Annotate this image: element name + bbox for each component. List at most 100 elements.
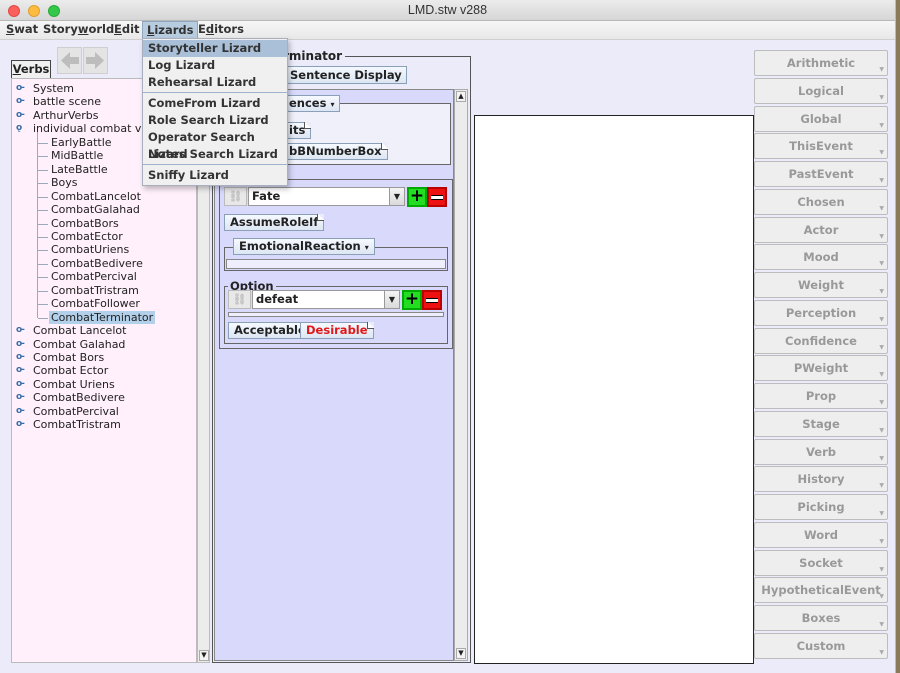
script-text-pane[interactable] [474, 115, 754, 664]
scroll-down-arrow[interactable]: ▼ [199, 650, 209, 661]
option-combo-arrow[interactable]: ▼ [384, 290, 400, 309]
operator-button-actor[interactable]: Actor ▼ [754, 216, 888, 243]
collapsed-node-icon[interactable]: o- [16, 339, 25, 349]
operator-button-stage[interactable]: Stage ▼ [754, 410, 888, 437]
collapsed-node-icon[interactable]: o- [16, 325, 25, 335]
tree-node[interactable]: Combat Ector [33, 364, 108, 377]
collapsed-node-icon[interactable]: o- [16, 352, 25, 362]
forward-button[interactable] [83, 47, 108, 74]
consequence-chip-2[interactable]: bBNumberBox [283, 143, 388, 160]
tree-leaf[interactable]: CombatBors [51, 217, 119, 230]
tree-connector [37, 131, 38, 319]
operator-button-history[interactable]: History ▼ [754, 466, 888, 493]
operator-button-prop[interactable]: Prop ▼ [754, 383, 888, 409]
operator-button-verb[interactable]: Verb ▼ [754, 438, 888, 465]
menu-item-rehearsal-lizard[interactable]: Rehearsal Lizard [143, 74, 287, 91]
add-role-button[interactable]: + [407, 187, 427, 207]
tree-leaf[interactable]: CombatPercival [51, 270, 137, 283]
tab-verbs[interactable]: Verbs [11, 60, 51, 79]
menu-item-log-lizard[interactable]: Log Lizard [143, 57, 287, 74]
operator-button-boxes[interactable]: Boxes ▼ [754, 605, 888, 631]
tree-node-selected[interactable]: CombatTerminator [49, 310, 156, 324]
collapsed-node-icon[interactable]: o- [16, 419, 25, 429]
role-combo-arrow[interactable]: ▼ [389, 187, 405, 206]
maximize-window-button[interactable] [48, 5, 60, 17]
tree-leaf[interactable]: CombatEctor [51, 230, 123, 243]
role-combo[interactable]: Fate [248, 187, 393, 206]
menu-storyworld[interactable]: Storyworld [39, 21, 118, 40]
consequences-dropdown[interactable]: ences ▾ [283, 95, 341, 112]
emotional-reaction-dropdown[interactable]: EmotionalReaction ▾ [233, 238, 375, 255]
collapsed-node-icon[interactable]: o- [16, 392, 25, 402]
menu-item-sniffy-lizard[interactable]: Sniffy Lizard [143, 167, 287, 184]
operator-button-weight[interactable]: Weight ▼ [754, 272, 888, 298]
operator-button-pweight[interactable]: PWeight ▼ [754, 355, 888, 382]
close-window-button[interactable] [8, 5, 20, 17]
remove-option-button[interactable] [422, 290, 442, 310]
option-combo[interactable]: defeat [252, 290, 388, 309]
remove-role-button[interactable] [427, 187, 447, 207]
tree-node[interactable]: Combat Galahad [33, 338, 125, 351]
menu-swat[interactable]: Swat [2, 21, 42, 40]
back-button[interactable] [57, 47, 82, 74]
operator-button-thisevent[interactable]: ThisEvent ▼ [754, 133, 888, 160]
operator-button-confidence[interactable]: Confidence ▼ [754, 327, 888, 354]
assume-role-if-chip[interactable]: AssumeRoleIf [224, 214, 325, 231]
menu-item-comefrom-lizard[interactable]: ComeFrom Lizard [143, 95, 287, 112]
tree-leaf[interactable]: EarlyBattle [51, 136, 112, 149]
collapsed-node-icon[interactable]: o- [16, 110, 25, 120]
collapsed-node-icon[interactable]: o- [16, 406, 25, 416]
tree-leaf[interactable]: CombatLancelot [51, 190, 141, 203]
collapsed-node-icon[interactable]: o- [16, 96, 25, 106]
add-option-button[interactable]: + [402, 290, 422, 310]
scroll-down-arrow[interactable]: ▼ [456, 648, 466, 659]
menu-item-role-search-lizard[interactable]: Role Search Lizard [143, 112, 287, 129]
operator-button-word[interactable]: Word ▼ [754, 521, 888, 548]
operator-button-picking[interactable]: Picking ▼ [754, 494, 888, 520]
operator-button-pastevent[interactable]: PastEvent ▼ [754, 161, 888, 187]
tree-leaf[interactable]: CombatTristram [51, 284, 139, 297]
menu-item-notes-search-lizard[interactable]: Notes Search Lizard [143, 146, 287, 163]
tree-node[interactable]: battle scene [33, 95, 101, 108]
operator-button-mood[interactable]: Mood ▼ [754, 244, 888, 271]
tree-leaf[interactable]: LateBattle [51, 163, 108, 176]
tree-node[interactable]: Combat Bors [33, 351, 104, 364]
operator-button-chosen[interactable]: Chosen ▼ [754, 188, 888, 215]
menu-item-operator-search-lizard[interactable]: Operator Search Lizard [143, 129, 287, 161]
tree-node[interactable]: CombatPercival [33, 405, 119, 418]
tree-node[interactable]: CombatBedivere [33, 391, 125, 404]
operator-button-arithmetic[interactable]: Arithmetic ▼ [754, 50, 888, 76]
tree-leaf[interactable]: MidBattle [51, 149, 103, 162]
operator-button-socket[interactable]: Socket ▼ [754, 549, 888, 576]
sentence-display-button[interactable]: Sentence Display [285, 66, 407, 84]
tree-node[interactable]: CombatTristram [33, 418, 121, 431]
operator-label: Boxes [801, 611, 841, 625]
tree-node[interactable]: Combat Uriens [33, 378, 115, 391]
expanded-node-icon[interactable]: ǫ [16, 123, 22, 133]
collapsed-node-icon[interactable]: o- [16, 379, 25, 389]
tree-leaf[interactable]: CombatBedivere [51, 257, 143, 270]
operator-button-global[interactable]: Global ▼ [754, 105, 888, 132]
collapsed-node-icon[interactable]: o- [16, 365, 25, 375]
menu-item-storyteller-lizard[interactable]: Storyteller Lizard [143, 40, 287, 57]
link-role-button[interactable]: ⛓ [224, 187, 247, 206]
tree-node[interactable]: System [33, 82, 74, 95]
collapsed-node-icon[interactable]: o- [16, 83, 25, 93]
operator-button-perception[interactable]: Perception ▼ [754, 299, 888, 326]
tree-leaf[interactable]: CombatGalahad [51, 203, 140, 216]
tree-leaf[interactable]: CombatUriens [51, 243, 129, 256]
link-option-button[interactable]: ⛓ [228, 290, 251, 309]
tree-leaf[interactable]: Boys [51, 176, 78, 189]
tree-leaf[interactable]: CombatFollower [51, 297, 140, 310]
menu-edit[interactable]: Edit [110, 21, 144, 40]
scroll-up-arrow[interactable]: ▲ [456, 91, 466, 102]
operator-button-logical[interactable]: Logical ▼ [754, 77, 888, 104]
operator-button-hypotheticalevent[interactable]: HypotheticalEvent ▼ [754, 577, 888, 604]
operator-button-custom[interactable]: Custom ▼ [754, 632, 888, 659]
tree-node[interactable]: Combat Lancelot [33, 324, 126, 337]
desirable-chip[interactable]: Desirable [300, 322, 374, 339]
minimize-window-button[interactable] [28, 5, 40, 17]
editor-scrollbar[interactable]: ▲ ▼ [454, 89, 468, 661]
tree-node[interactable]: ArthurVerbs [33, 109, 99, 122]
tree-node-expanded[interactable]: individual combat ver [33, 122, 153, 135]
